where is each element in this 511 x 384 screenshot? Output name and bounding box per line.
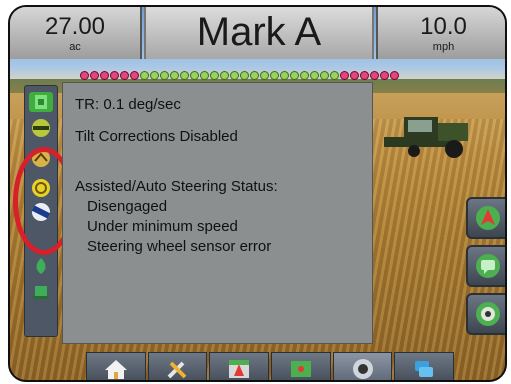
section-indicator (100, 71, 109, 80)
speed-value: 10.0 (420, 13, 467, 40)
section-indicator (350, 71, 359, 80)
speed-unit: mph (432, 41, 455, 53)
section-indicator (190, 71, 199, 80)
speed-readout[interactable]: 10.0 mph (376, 7, 505, 59)
camera-button[interactable] (466, 293, 505, 335)
section-indicator (150, 71, 159, 80)
data-icon (415, 361, 434, 377)
bottom-nav (86, 352, 455, 380)
section-indicator (250, 71, 259, 80)
steering-status-heading: Assisted/Auto Steering Status: (75, 178, 278, 195)
section-indicator (200, 71, 209, 80)
section-indicator (120, 71, 129, 80)
mark-title-box[interactable]: Mark A (144, 7, 374, 59)
map-button[interactable] (271, 352, 331, 380)
section-indicator (210, 71, 219, 80)
guidance-bar-icon[interactable] (29, 118, 53, 138)
field-button[interactable] (209, 352, 270, 380)
section-indicator (180, 71, 189, 80)
section-indicator (260, 71, 269, 80)
display-frame: 27.00 ac Mark A 10.0 mph TR: 0.1 deg/sec… (8, 5, 507, 382)
combine-harvester-image (384, 117, 468, 158)
data-button[interactable] (394, 352, 455, 380)
chat-button[interactable] (466, 245, 505, 287)
section-indicator (370, 71, 379, 80)
section-indicator (340, 71, 349, 80)
screen-view-icon (475, 206, 500, 230)
tilt-status-text: Tilt Corrections Disabled (75, 128, 238, 145)
home-icon (104, 360, 127, 379)
video-button[interactable] (332, 352, 393, 380)
area-readout[interactable]: 27.00 ac (10, 7, 142, 59)
video-icon (352, 359, 373, 379)
mark-title: Mark A (196, 10, 322, 54)
tilt-rate-text: TR: 0.1 deg/sec (75, 96, 181, 113)
map-icon (290, 361, 311, 377)
home-button[interactable] (86, 352, 146, 380)
chat-icon (475, 254, 500, 278)
section-indicator (110, 71, 119, 80)
section-indicator (170, 71, 179, 80)
tools-button[interactable] (147, 352, 208, 380)
boom-icon[interactable] (29, 92, 53, 112)
section-indicator (360, 71, 369, 80)
section-indicator (270, 71, 279, 80)
section-indicator (300, 71, 309, 80)
section-indicator (290, 71, 299, 80)
steering-status-line: Steering wheel sensor error (87, 238, 272, 255)
section-indicator (230, 71, 239, 80)
section-indicator (220, 71, 229, 80)
section-indicator (310, 71, 319, 80)
section-indicator (320, 71, 329, 80)
section-indicator (330, 71, 339, 80)
gps-icon[interactable] (29, 282, 53, 302)
steering-status-line: Under minimum speed (87, 218, 238, 235)
area-value: 27.00 (44, 13, 106, 40)
section-indicator (140, 71, 149, 80)
section-indicator (80, 71, 89, 80)
area-unit: ac (69, 41, 81, 53)
section-indicator (240, 71, 249, 80)
section-indicator (380, 71, 389, 80)
field-icon (229, 360, 250, 378)
screen-view-button[interactable] (466, 197, 505, 239)
steering-status-line: Disengaged (87, 198, 168, 215)
section-indicator (130, 71, 139, 80)
section-indicator (280, 71, 289, 80)
steering-status-dialog: TR: 0.1 deg/sec Tilt Corrections Disable… (62, 82, 373, 344)
vehicle-icon[interactable] (29, 256, 53, 276)
section-indicator (160, 71, 169, 80)
camera-icon (475, 302, 500, 326)
tools-icon (167, 361, 186, 379)
section-indicator (90, 71, 99, 80)
section-indicator (390, 71, 399, 80)
